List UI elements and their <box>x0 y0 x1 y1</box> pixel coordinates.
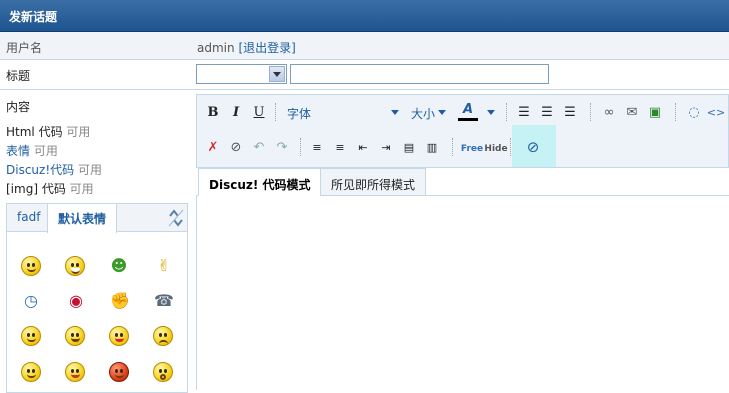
float-left-icon[interactable]: ▤ <box>399 137 419 157</box>
cry-icon[interactable] <box>21 362 41 382</box>
subject-label: 标题 <box>6 69 31 83</box>
mode-html-name: Html 代码 <box>6 125 63 139</box>
mode-discuz-link[interactable]: Discuz!代码 <box>6 163 74 177</box>
angry-icon[interactable] <box>65 326 85 346</box>
size-dropdown-icon[interactable] <box>438 110 446 115</box>
mode-img-status: 可用 <box>69 182 94 196</box>
editor-toolbar: B I U 字体 大小 A ☰ ☰ ☰ ∞ ✉ ▣ ◌ <> ✗ ⊘ ↶ ↷ ≡… <box>196 94 729 168</box>
shy-icon[interactable] <box>21 326 41 346</box>
smilies-panel: fadf 默认表情 ☻ ✌ ◷ ◉ ✊ ☎ <box>6 203 188 393</box>
sleepy-icon[interactable] <box>65 362 85 382</box>
tab-wysiwyg[interactable]: 所见即所得模式 <box>320 168 427 196</box>
mode-img: [img] 代码 可用 <box>6 180 94 197</box>
toolbar-separator <box>675 103 676 121</box>
remove-format-icon[interactable]: ✗ <box>203 137 223 157</box>
tongue-icon[interactable] <box>109 326 129 346</box>
mode-html: Html 代码 可用 <box>6 123 90 140</box>
redo-icon[interactable]: ↷ <box>272 137 292 157</box>
hide-button[interactable]: Hide <box>484 139 508 159</box>
handshake-icon[interactable]: ✊ <box>109 290 131 312</box>
smilies-tab-fadf[interactable]: fadf <box>17 210 40 224</box>
smile-icon[interactable] <box>21 256 41 276</box>
font-color-button[interactable]: A <box>458 101 478 121</box>
unordered-list-icon[interactable]: ≡ <box>330 137 350 157</box>
tab-discuz-code[interactable]: Discuz! 代码模式 <box>198 168 322 196</box>
page-header: 发新话题 <box>0 0 729 32</box>
toolbar-separator <box>300 138 301 156</box>
left-panel: 内容 Html 代码 可用 表情 可用 Discuz!代码 可用 [img] 代… <box>0 91 196 393</box>
mode-smilies: 表情 可用 <box>6 142 58 159</box>
sad-icon[interactable] <box>153 326 173 346</box>
unlink-icon[interactable]: ⊘ <box>226 137 246 157</box>
mad-icon[interactable] <box>109 362 129 382</box>
undo-icon[interactable]: ↶ <box>249 137 269 157</box>
subject-row: 标题 <box>0 60 729 90</box>
align-center-icon[interactable]: ☰ <box>537 102 557 122</box>
clock-icon[interactable]: ◷ <box>20 290 42 312</box>
toolbar-separator <box>510 138 511 156</box>
code-icon[interactable]: <> <box>706 102 726 122</box>
size-select[interactable]: 大小 <box>411 105 435 122</box>
image-icon[interactable]: ▣ <box>645 102 665 122</box>
toolbar-separator <box>275 103 276 121</box>
free-button[interactable]: Free <box>461 139 483 159</box>
link-icon[interactable]: ∞ <box>599 102 619 122</box>
align-right-icon[interactable]: ☰ <box>560 102 580 122</box>
compass-icon[interactable]: ⊘ <box>523 137 543 157</box>
mode-discuz: Discuz!代码 可用 <box>6 161 102 178</box>
editor: B I U 字体 大小 A ☰ ☰ ☰ ∞ ✉ ▣ ◌ <> ✗ ⊘ ↶ ↷ ≡… <box>196 91 729 390</box>
mode-smilies-link[interactable]: 表情 <box>6 144 30 158</box>
indent-icon[interactable]: ⇥ <box>376 137 396 157</box>
smilies-tab-default[interactable]: 默认表情 <box>47 204 118 233</box>
align-left-icon[interactable]: ☰ <box>514 102 534 122</box>
ordered-list-icon[interactable]: ≡ <box>307 137 327 157</box>
username-label: 用户名 <box>6 41 43 55</box>
float-right-icon[interactable]: ▥ <box>422 137 442 157</box>
italic-button[interactable]: I <box>226 102 246 122</box>
toolbar-separator <box>452 138 453 156</box>
font-select[interactable]: 字体 <box>287 105 311 122</box>
toolbar-separator <box>590 103 591 121</box>
expand-icon[interactable] <box>167 208 185 228</box>
color-dropdown-icon[interactable] <box>487 110 495 115</box>
logout-link[interactable]: [退出登录] <box>238 41 295 55</box>
content-label: 内容 <box>6 100 31 114</box>
user-info: admin [退出登录] <box>197 39 296 56</box>
message-textarea[interactable] <box>196 196 729 390</box>
username-row: 用户名 admin [退出登录] <box>0 32 729 60</box>
chevron-down-icon[interactable] <box>269 66 285 82</box>
editor-mode-tabs: Discuz! 代码模式 所见即所得模式 <box>196 168 729 196</box>
mode-discuz-status: 可用 <box>77 163 102 177</box>
grin-icon[interactable] <box>65 256 85 276</box>
mode-img-name: [img] 代码 <box>6 182 66 196</box>
victory-hand-icon[interactable]: ✌ <box>153 255 175 277</box>
mode-html-status: 可用 <box>66 125 91 139</box>
outdent-icon[interactable]: ⇤ <box>353 137 373 157</box>
smilies-tabs: fadf 默认表情 <box>7 204 187 233</box>
subject-input[interactable] <box>290 64 549 84</box>
phone-icon[interactable]: ☎ <box>153 290 175 312</box>
email-icon[interactable]: ✉ <box>622 102 642 122</box>
username-value: admin <box>197 41 235 55</box>
lips-icon[interactable]: ◉ <box>65 290 87 312</box>
mode-smilies-status: 可用 <box>33 144 58 158</box>
font-dropdown-icon[interactable] <box>391 110 399 115</box>
toolbar-separator <box>506 103 507 121</box>
bold-button[interactable]: B <box>203 102 223 122</box>
quote-icon[interactable]: ◌ <box>684 102 704 122</box>
shock-icon[interactable] <box>153 362 173 382</box>
page-title: 发新话题 <box>9 10 58 24</box>
underline-button[interactable]: U <box>249 102 269 122</box>
category-select[interactable] <box>196 64 287 84</box>
hug-icon[interactable]: ☻ <box>108 255 130 277</box>
